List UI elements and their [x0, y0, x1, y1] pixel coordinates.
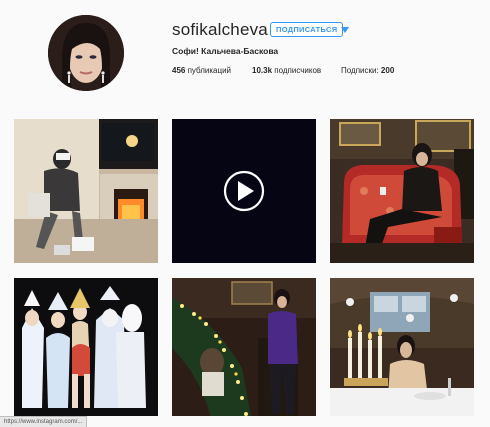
following-stat[interactable]: Подписки: 200	[341, 66, 394, 75]
follow-options-button[interactable]	[339, 22, 351, 37]
post-image	[172, 119, 316, 263]
post-thumbnail[interactable]	[172, 278, 316, 416]
followers-count: 10.3k	[252, 66, 273, 75]
profile-full-name: Софи! Кальчева-Баскова	[172, 46, 279, 56]
post-thumbnail-video[interactable]	[172, 119, 316, 263]
post-thumbnail[interactable]	[14, 278, 158, 416]
posts-count: 456	[172, 66, 186, 75]
post-image	[14, 278, 158, 416]
browser-status-bar: https://www.instagram.com/...	[0, 416, 88, 427]
post-image	[330, 119, 474, 263]
following-count: 200	[380, 66, 395, 75]
followers-label: подписчиков	[274, 66, 322, 75]
post-thumbnail[interactable]	[330, 278, 474, 416]
triangle-down-icon	[341, 26, 349, 33]
post-image	[172, 278, 316, 416]
posts-label: публикаций	[187, 66, 232, 75]
followers-stat[interactable]: 10.3k подписчиков	[252, 66, 321, 75]
following-label: Подписки:	[341, 66, 379, 75]
profile-username: sofikalcheva	[172, 20, 268, 39]
post-image	[14, 119, 158, 263]
follow-button[interactable]: ПОДПИСАТЬСЯ	[270, 22, 344, 37]
post-image	[330, 278, 474, 416]
post-thumbnail[interactable]	[14, 119, 158, 263]
profile-avatar	[48, 15, 124, 91]
post-thumbnail[interactable]	[330, 119, 474, 263]
posts-stat: 456 публикаций	[172, 66, 231, 75]
